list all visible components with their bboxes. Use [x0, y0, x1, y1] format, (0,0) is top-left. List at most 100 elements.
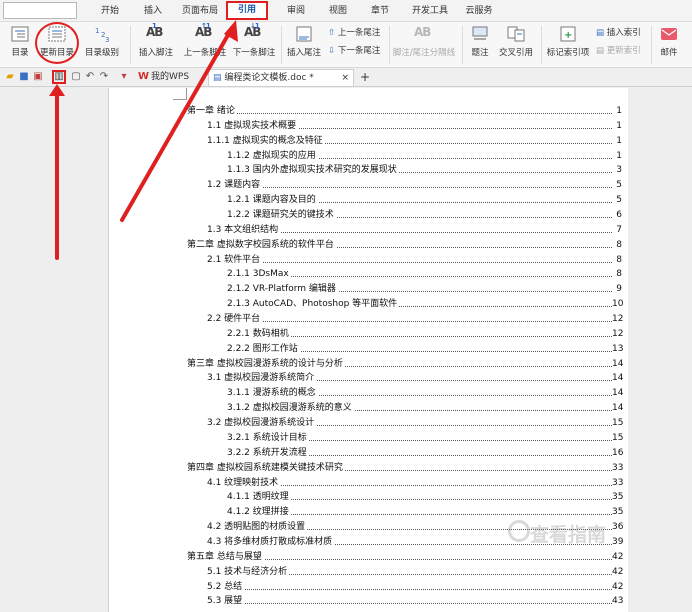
toc-entry[interactable]: 5.3 展望 43 [207, 594, 623, 609]
toc-entry[interactable]: 2.1.2 VR-Platform 编辑器 9 [227, 282, 622, 297]
tab-document[interactable]: ▤ 编程类论文模板.doc * × [208, 69, 354, 86]
toc-entry[interactable]: 2.1.1 3DsMax 8 [227, 267, 622, 282]
toc-entry[interactable]: 1.1 虚拟现实技术概要 1 [207, 118, 622, 133]
toc-entry-title: 2.2 硬件平台 [207, 312, 263, 327]
footnote-icon: AB 1 [146, 22, 163, 39]
next-endnote-label: 下一条尾注 [337, 46, 381, 56]
tab-chapter[interactable]: 章节 [367, 4, 393, 20]
quick-access-menu-icon[interactable]: ▾ [118, 71, 130, 83]
toc-entry[interactable]: 3.1 虚拟校园漫游系统简介 14 [207, 371, 623, 386]
toc-entry[interactable]: 3.2 虚拟校园漫游系统设计 15 [207, 416, 623, 431]
tab-view[interactable]: 视图 [325, 4, 351, 20]
name-box[interactable] [3, 2, 77, 19]
export-pdf-icon[interactable]: ▣ [32, 71, 44, 83]
toc-entry[interactable]: 第三章 虚拟校园漫游系统的设计与分析 14 [187, 356, 623, 371]
save-icon[interactable]: ■ [18, 71, 30, 83]
tab-developer[interactable]: 开发工具 [408, 4, 452, 20]
toc-entry-title: 1.1.2 虚拟现实的应用 [227, 148, 318, 163]
toc-entry-page: 36 [612, 520, 624, 535]
toc-entry-title: 3.1 虚拟校园漫游系统简介 [207, 371, 317, 386]
tab-my-wps[interactable]: W 我的WPS [134, 69, 204, 86]
cross-reference-icon [507, 26, 525, 42]
watermark-logo [508, 520, 530, 542]
print-preview-icon[interactable]: ▢ [70, 71, 82, 83]
toc-entry[interactable]: 第二章 虚拟数字校园系统的软件平台 8 [187, 237, 622, 252]
toc-entry[interactable]: 2.2 硬件平台 12 [207, 312, 623, 327]
toc-entry[interactable]: 1.1.3 国内外虚拟现实技术研究的发展现状 3 [227, 163, 622, 178]
prev-footnote-button[interactable]: AB ↑1 上一条脚注 [181, 22, 229, 66]
toc-entry-title: 1.1 虚拟现实技术概要 [207, 118, 299, 133]
next-endnote-button[interactable]: ⇩ 下一条尾注 [328, 44, 380, 56]
toc-entry-title: 2.1.2 VR-Platform 编辑器 [227, 282, 338, 297]
toc-entry-title: 3.2.2 系统开发流程 [227, 445, 309, 460]
redo-icon[interactable]: ↷ [98, 71, 110, 83]
caption-button[interactable]: 题注 [466, 22, 494, 66]
toc-entry[interactable]: 3.1.2 虚拟校园漫游系统的意义 14 [227, 401, 623, 416]
undo-icon[interactable]: ↶ [84, 71, 96, 83]
toc-entry-title: 3.2 虚拟校园漫游系统设计 [207, 416, 317, 431]
toc-entry-page: 42 [612, 564, 624, 579]
toc-entry-title: 2.1.1 3DsMax [227, 267, 291, 282]
toc-entry-page: 7 [612, 222, 622, 237]
toc-entry-title: 1.1.1 虚拟现实的概念及特征 [207, 133, 325, 148]
toc-entry[interactable]: 2.1.3 AutoCAD、Photoshop 等平面软件 10 [227, 297, 623, 312]
tab-page-layout[interactable]: 页面布局 [179, 4, 221, 20]
tab-home[interactable]: 开始 [97, 4, 123, 20]
toc-entry[interactable]: 2.2.1 数码相机 12 [227, 326, 623, 341]
next-footnote-label: 下一条脚注 [232, 48, 276, 58]
toc-entry[interactable]: 4.1.1 透明纹理 35 [227, 490, 623, 505]
separator [389, 26, 390, 64]
mail-button[interactable]: 邮件 [654, 22, 684, 66]
next-footnote-button[interactable]: AB ↓1 下一条脚注 [230, 22, 278, 66]
toc-entry-title: 1.1.3 国内外虚拟现实技术研究的发展现状 [227, 163, 399, 178]
toc-entry[interactable]: 第一章 绪论 1 [187, 104, 622, 118]
mark-index-entry-button[interactable]: + 标记索引项 [544, 22, 592, 66]
toc-entry[interactable]: 1.3 本文组织结构 7 [207, 222, 622, 237]
mark-index-icon: + [560, 26, 576, 42]
tab-references[interactable]: 引用 [226, 1, 268, 20]
toc-entry-page: 8 [612, 237, 622, 252]
insert-index-button[interactable]: ▤ 插入索引 [596, 26, 641, 38]
new-tab-button[interactable]: + [356, 69, 372, 86]
toc-entry[interactable]: 3.2.2 系统开发流程 16 [227, 445, 623, 460]
toc-entry-page: 1 [612, 148, 622, 163]
open-folder-icon[interactable]: ▰ [4, 71, 16, 83]
prev-endnote-button[interactable]: ⇧ 上一条尾注 [328, 26, 380, 38]
update-index-button[interactable]: ▤ 更新索引 [596, 44, 641, 56]
toc-button[interactable]: 目录 [4, 22, 36, 66]
toc-entry[interactable]: 4.1.2 纹理拼接 35 [227, 505, 623, 520]
tab-review[interactable]: 审阅 [283, 4, 309, 20]
update-index-icon: ▤ [596, 46, 605, 56]
tab-insert[interactable]: 插入 [140, 4, 166, 20]
toc-entry-title: 第四章 虚拟校园系统建模关键技术研究 [187, 460, 345, 475]
prev-footnote-icon: AB ↑1 [195, 22, 212, 39]
toc-entry[interactable]: 第四章 虚拟校园系统建模关键技术研究 33 [187, 460, 623, 475]
close-tab-icon[interactable]: × [341, 70, 349, 86]
toc-entry[interactable]: 5.1 技术与经济分析 42 [207, 564, 624, 579]
insert-endnote-button[interactable]: 插入尾注 [284, 22, 324, 66]
toc-entry[interactable]: 4.1 纹理映射技术 33 [207, 475, 623, 490]
tab-cloud-service[interactable]: 云服务 [462, 4, 496, 20]
toc-entry-title: 1.2.1 课题内容及目的 [227, 193, 318, 208]
down-arrow-icon: ⇩ [328, 46, 336, 56]
cross-reference-button[interactable]: 交叉引用 [496, 22, 536, 66]
toc-entry[interactable]: 1.1.1 虚拟现实的概念及特征 1 [207, 133, 622, 148]
toc-entry[interactable]: 1.2.1 课题内容及目的 5 [227, 193, 622, 208]
toc-entry[interactable]: 1.2 课题内容 5 [207, 178, 622, 193]
toc-entry-page: 6 [612, 208, 622, 223]
toc-entry[interactable]: 1.2.2 课题研究关的键技术 6 [227, 208, 622, 223]
insert-footnote-button[interactable]: AB 1 插入脚注 [134, 22, 178, 66]
toc-entry[interactable]: 2.2.2 图形工作站 13 [227, 341, 623, 356]
toc-entry-page: 42 [612, 579, 624, 594]
footnote-separator-button[interactable]: AB 脚注/尾注分隔线 [392, 22, 456, 66]
toc-entry[interactable]: 第五章 总结与展望 42 [187, 549, 623, 564]
toc-entry[interactable]: 3.1.1 漫游系统的概念 14 [227, 386, 624, 401]
toc-entry[interactable]: 1.1.2 虚拟现实的应用 1 [227, 148, 622, 163]
print-icon[interactable]: ▥ [52, 70, 66, 84]
toc-entry-page: 14 [612, 386, 624, 401]
toc-entry[interactable]: 3.2.1 系统设计目标 15 [227, 430, 623, 445]
caption-label: 题注 [471, 48, 489, 58]
toc-level-button[interactable]: 1 2 3 目录级别 [79, 22, 125, 66]
toc-entry[interactable]: 2.1 软件平台 8 [207, 252, 622, 267]
toc-entry[interactable]: 5.2 总结 42 [207, 579, 624, 594]
